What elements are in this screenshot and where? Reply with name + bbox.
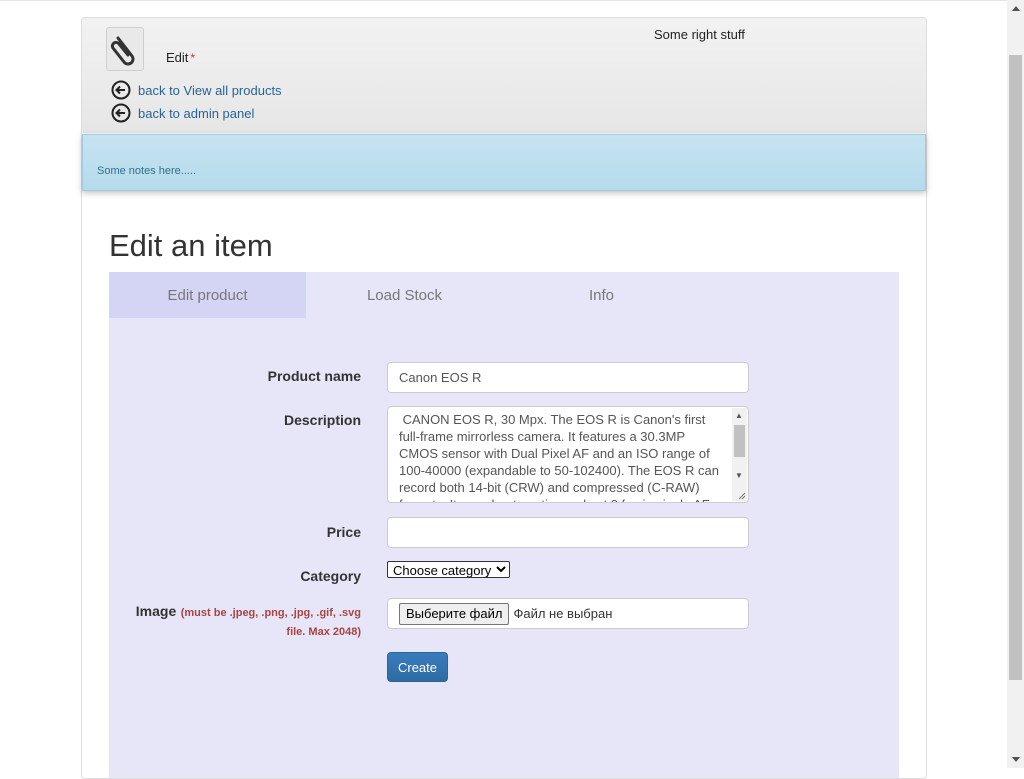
page-header: Edit * Some right stuff back to View all … (82, 18, 926, 133)
category-label: Category (300, 568, 361, 584)
paperclip-icon[interactable] (106, 27, 144, 71)
back-to-products-label[interactable]: back to View all products (138, 83, 282, 98)
browser-top-edge (0, 0, 1007, 1)
tab-edit-product[interactable]: Edit product (109, 272, 306, 318)
image-format-hint: (must be .jpeg, .png, .jpg, .gif, .svg f… (180, 607, 361, 638)
choose-file-button[interactable]: Выберите файл (399, 602, 510, 625)
description-label: Description (283, 412, 361, 428)
category-select[interactable]: Choose category (387, 561, 510, 578)
page-scrollbar[interactable] (1007, 0, 1024, 768)
create-button[interactable]: Create (387, 652, 448, 682)
arrow-left-circle-icon (111, 103, 131, 123)
back-to-products-link[interactable]: back to View all products (111, 80, 282, 100)
back-to-admin-label[interactable]: back to admin panel (138, 106, 254, 121)
tab-load-stock[interactable]: Load Stock (306, 272, 503, 318)
edit-label: Edit * (166, 50, 195, 65)
price-label: Price (326, 524, 361, 540)
tab-info[interactable]: Info (503, 272, 700, 318)
scroll-down-icon[interactable]: ▼ (735, 472, 743, 480)
product-name-label: Product name (267, 368, 361, 384)
tab-bar: Edit product Load Stock Info (109, 272, 700, 318)
arrow-left-circle-icon (111, 80, 131, 100)
scroll-down-arrow-icon[interactable] (1007, 751, 1024, 768)
price-input[interactable] (387, 517, 749, 548)
notes-banner: Some notes here..... (82, 134, 926, 191)
scroll-up-icon[interactable]: ▲ (735, 412, 743, 420)
page-container: Edit * Some right stuff back to View all … (81, 17, 927, 779)
image-file-input[interactable]: Выберите файл Файл не выбран (387, 598, 749, 629)
product-name-input[interactable]: Canon EOS R (387, 362, 749, 393)
description-textarea[interactable]: CANON EOS R, 30 Mpx. The EOS R is Canon'… (387, 406, 749, 503)
edit-label-text: Edit (166, 50, 189, 65)
image-label: Image (must be .jpeg, .png, .jpg, .gif, … (121, 603, 361, 641)
tab-panel: Edit product Load Stock Info Product nam… (109, 272, 899, 778)
header-right-text: Some right stuff (654, 27, 745, 42)
scroll-thumb[interactable] (734, 425, 745, 457)
resize-grip-icon[interactable] (738, 492, 746, 500)
description-value: CANON EOS R, 30 Mpx. The EOS R is Canon'… (399, 412, 719, 502)
image-label-text: Image (135, 603, 177, 619)
back-to-admin-link[interactable]: back to admin panel (111, 103, 254, 123)
description-scrollbar[interactable]: ▲ ▼ (732, 408, 747, 501)
page-scroll-thumb[interactable] (1009, 55, 1022, 680)
page-title: Edit an item (109, 228, 273, 263)
scroll-up-arrow-icon[interactable] (1007, 0, 1024, 17)
required-marker: * (190, 51, 196, 65)
product-name-value: Canon EOS R (399, 370, 482, 385)
notes-text: Some notes here..... (97, 165, 197, 177)
file-status: Файл не выбран (513, 606, 613, 621)
